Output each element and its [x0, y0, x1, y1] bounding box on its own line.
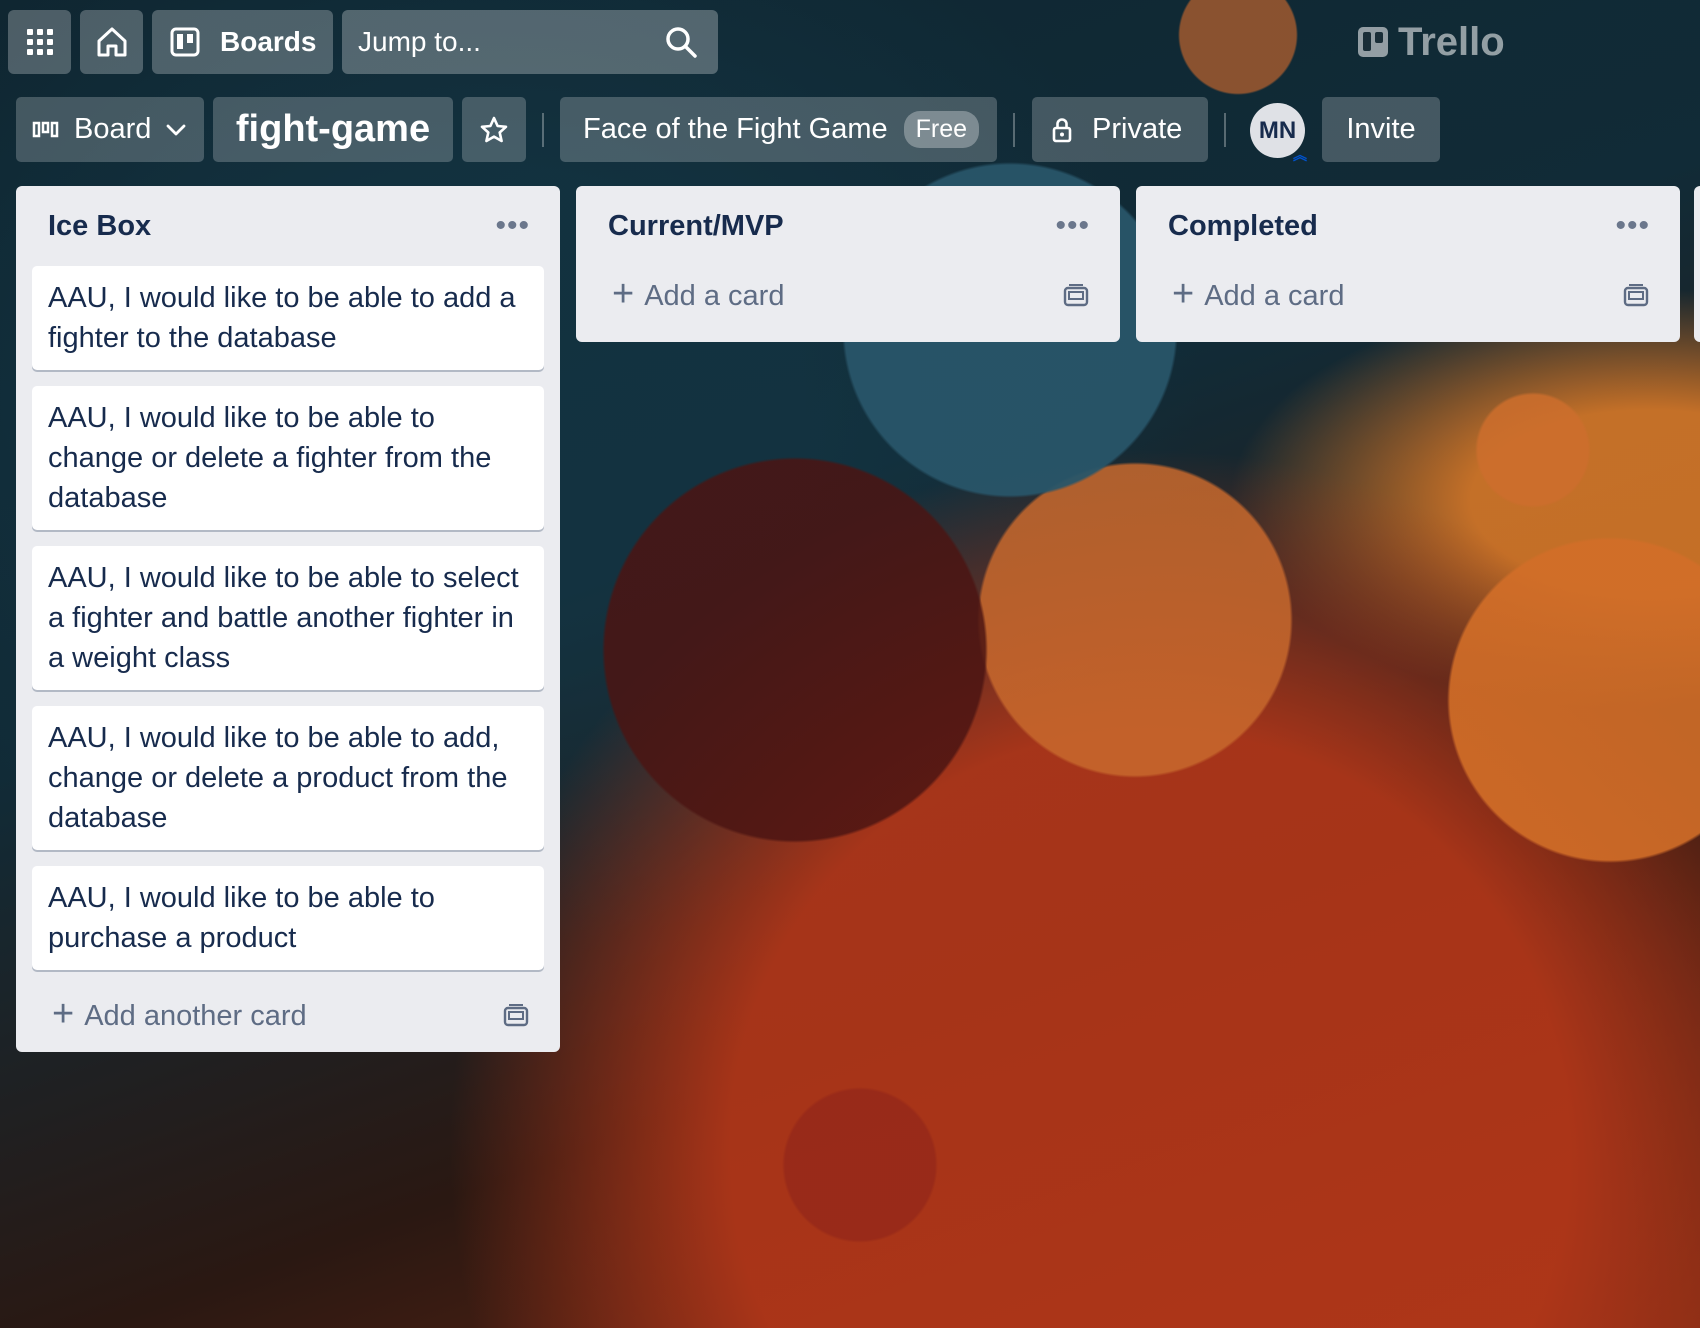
card[interactable]: AAU, I would like to be able to select a…: [32, 546, 544, 690]
add-card-button[interactable]: + Add a card: [612, 275, 785, 313]
apps-grid-icon: [26, 29, 53, 55]
add-card-button[interactable]: + Add another card: [52, 995, 307, 1033]
privacy-label: Private: [1092, 113, 1183, 145]
next-list-edge: [1694, 186, 1700, 342]
list-menu-more-icon[interactable]: •••: [1615, 209, 1664, 243]
add-card-label: Add a card: [1204, 279, 1345, 312]
list-header: Current/MVP •••: [592, 186, 1104, 266]
chevron-down-icon: [166, 124, 186, 135]
board-view-label: Board: [74, 113, 152, 145]
boards-label: Boards: [220, 26, 317, 57]
add-card-row: + Add a card: [592, 266, 1104, 326]
add-card-row: + Add another card: [32, 986, 544, 1046]
privacy-button[interactable]: Private: [1032, 97, 1208, 162]
member-initials: MN: [1258, 116, 1297, 144]
boards-icon: [170, 27, 200, 57]
list-header: Completed •••: [1152, 186, 1664, 266]
list-ice-box: Ice Box ••• AAU, I would like to be able…: [16, 186, 560, 1052]
card[interactable]: AAU, I would like to be able to change o…: [32, 386, 544, 530]
search-icon: [666, 27, 697, 58]
card[interactable]: AAU, I would like to be able to add, cha…: [32, 706, 544, 850]
brand-name: Trello: [1398, 19, 1505, 64]
header-divider: [1224, 113, 1226, 147]
plan-badge: Free: [903, 111, 980, 148]
card[interactable]: AAU, I would like to be able to purchase…: [32, 866, 544, 970]
template-icon[interactable]: [1062, 283, 1090, 309]
search-input[interactable]: Jump to...: [342, 10, 718, 74]
trello-logo[interactable]: Trello: [1358, 18, 1505, 66]
board-header: Board fight-game Face of the Fight Game …: [0, 97, 1700, 162]
add-card-row: + Add a card: [1152, 266, 1664, 326]
workspace-button[interactable]: Face of the Fight Game Free: [560, 97, 997, 162]
home-icon: [97, 27, 126, 57]
add-card-button[interactable]: + Add a card: [1172, 275, 1345, 313]
template-icon[interactable]: [1622, 283, 1650, 309]
home-button[interactable]: [80, 10, 143, 74]
card[interactable]: AAU, I would like to be able to add a fi…: [32, 266, 544, 370]
list-title[interactable]: Ice Box: [48, 210, 151, 243]
add-card-label: Add a card: [644, 279, 785, 312]
list-title[interactable]: Completed: [1168, 210, 1318, 243]
apps-button[interactable]: [8, 10, 71, 74]
header-divider: [1013, 113, 1015, 147]
boards-button[interactable]: Boards: [152, 10, 333, 74]
header-divider: [542, 113, 544, 147]
list-menu-more-icon[interactable]: •••: [495, 209, 544, 243]
star-icon: [480, 116, 508, 142]
lock-icon: [1052, 117, 1072, 142]
add-card-label: Add another card: [84, 999, 307, 1032]
admin-chevrons-icon: ︽: [1293, 147, 1307, 163]
trello-logo-icon: [1358, 27, 1388, 57]
list-menu-more-icon[interactable]: •••: [1055, 209, 1104, 243]
list-header: Ice Box •••: [32, 186, 544, 266]
list-current-mvp: Current/MVP ••• + Add a card: [576, 186, 1120, 342]
template-icon[interactable]: [502, 1003, 530, 1029]
search-placeholder: Jump to...: [358, 26, 481, 57]
invite-button[interactable]: Invite: [1322, 97, 1440, 162]
board-view-switcher[interactable]: Board: [16, 97, 204, 162]
member-avatar[interactable]: MN ︽: [1250, 103, 1307, 162]
plus-icon: +: [52, 993, 75, 1035]
star-board-button[interactable]: [462, 97, 526, 162]
list-completed: Completed ••• + Add a card: [1136, 186, 1680, 342]
board-view-icon: [32, 121, 59, 137]
board-title[interactable]: fight-game: [213, 97, 453, 162]
list-title[interactable]: Current/MVP: [608, 210, 784, 243]
plus-icon: +: [612, 273, 635, 315]
plus-icon: +: [1172, 273, 1195, 315]
top-navigation: Boards Jump to... Trello: [8, 10, 1700, 74]
workspace-name: Face of the Fight Game: [583, 113, 888, 145]
